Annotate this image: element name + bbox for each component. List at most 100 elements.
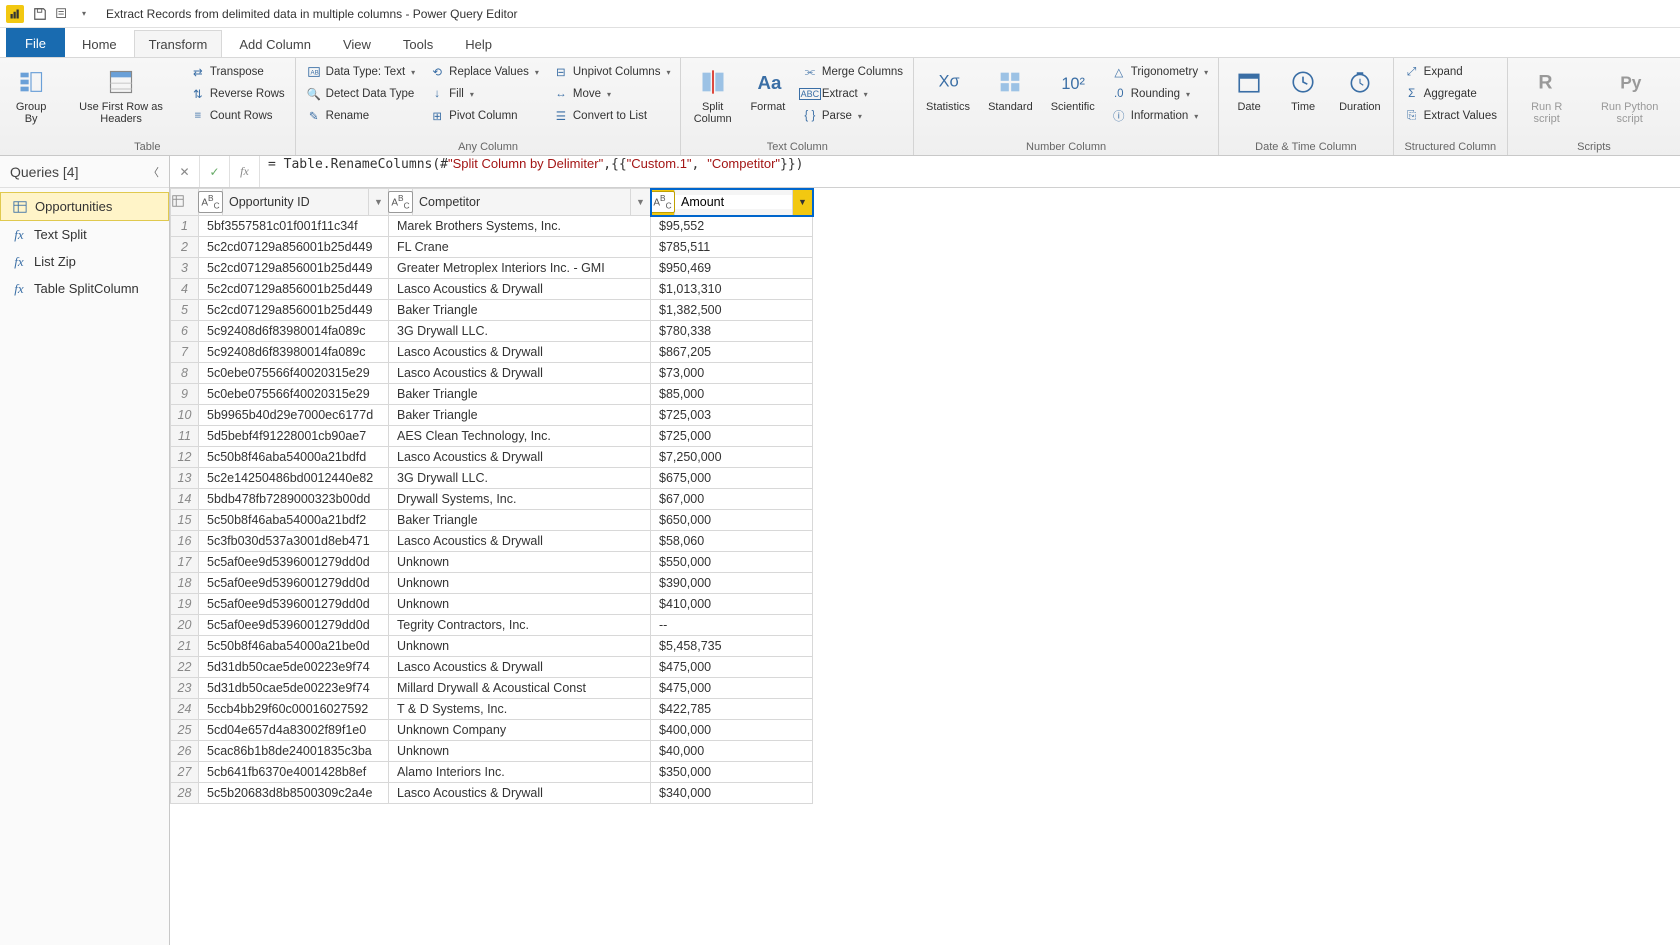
group-by-button[interactable]: Group By: [8, 62, 54, 129]
cell[interactable]: Millard Drywall & Acoustical Const: [389, 678, 651, 699]
cell[interactable]: 5cb641fb6370e4001428b8ef: [199, 762, 389, 783]
tab-transform[interactable]: Transform: [134, 30, 223, 57]
cell[interactable]: $350,000: [651, 762, 813, 783]
pivot-button[interactable]: ⊞Pivot Column: [427, 106, 541, 126]
tab-tools[interactable]: Tools: [388, 30, 448, 57]
accept-formula-button[interactable]: ✓: [200, 156, 230, 187]
cell[interactable]: $1,382,500: [651, 300, 813, 321]
cell[interactable]: 5c3fb030d537a3001d8eb471: [199, 531, 389, 552]
table-row[interactable]: 15bf3557581c01f001f11c34fMarek Brothers …: [171, 216, 813, 237]
tab-view[interactable]: View: [328, 30, 386, 57]
cell[interactable]: Lasco Acoustics & Drywall: [389, 342, 651, 363]
cell[interactable]: 5c0ebe075566f40020315e29: [199, 384, 389, 405]
tab-add-column[interactable]: Add Column: [224, 30, 326, 57]
cell[interactable]: $422,785: [651, 699, 813, 720]
table-row[interactable]: 235d31db50cae5de00223e9f74Millard Drywal…: [171, 678, 813, 699]
cell[interactable]: $85,000: [651, 384, 813, 405]
cell[interactable]: 3G Drywall LLC.: [389, 468, 651, 489]
table-row[interactable]: 135c2e14250486bd0012440e823G Drywall LLC…: [171, 468, 813, 489]
column-header-competitor[interactable]: ABC Competitor ▼: [389, 189, 651, 216]
cell[interactable]: $5,458,735: [651, 636, 813, 657]
cell[interactable]: Lasco Acoustics & Drywall: [389, 657, 651, 678]
query-item[interactable]: fxTable SplitColumn: [0, 275, 169, 302]
column-header-amount-editing[interactable]: ABC ▼: [651, 189, 813, 216]
cell[interactable]: 5c92408d6f83980014fa089c: [199, 321, 389, 342]
rounding-button[interactable]: .0Rounding▾: [1109, 84, 1210, 104]
cell[interactable]: 5b9965b40d29e7000ec6177d: [199, 405, 389, 426]
table-row[interactable]: 205c5af0ee9d5396001279dd0dTegrity Contra…: [171, 615, 813, 636]
cell[interactable]: $390,000: [651, 573, 813, 594]
table-row[interactable]: 195c5af0ee9d5396001279dd0dUnknown$410,00…: [171, 594, 813, 615]
query-item[interactable]: fxList Zip: [0, 248, 169, 275]
count-rows-button[interactable]: ≡Count Rows: [188, 106, 287, 126]
table-row[interactable]: 285c5b20683d8b8500309c2a4eLasco Acoustic…: [171, 783, 813, 804]
query-item[interactable]: Opportunities: [0, 192, 169, 221]
table-row[interactable]: 225d31db50cae5de00223e9f74Lasco Acoustic…: [171, 657, 813, 678]
cell[interactable]: AES Clean Technology, Inc.: [389, 426, 651, 447]
rename-button[interactable]: ✎Rename: [304, 106, 418, 126]
cell[interactable]: $675,000: [651, 468, 813, 489]
table-row[interactable]: 265cac86b1b8de24001835c3baUnknown$40,000: [171, 741, 813, 762]
cell[interactable]: 5c92408d6f83980014fa089c: [199, 342, 389, 363]
cell[interactable]: 5c2cd07129a856001b25d449: [199, 237, 389, 258]
table-row[interactable]: 105b9965b40d29e7000ec6177dBaker Triangle…: [171, 405, 813, 426]
cell[interactable]: 5d31db50cae5de00223e9f74: [199, 657, 389, 678]
cell[interactable]: $95,552: [651, 216, 813, 237]
cell[interactable]: 5cac86b1b8de24001835c3ba: [199, 741, 389, 762]
table-row[interactable]: 245ccb4bb29f60c00016027592T & D Systems,…: [171, 699, 813, 720]
cell[interactable]: Greater Metroplex Interiors Inc. - GMI: [389, 258, 651, 279]
table-row[interactable]: 125c50b8f46aba54000a21bdfdLasco Acoustic…: [171, 447, 813, 468]
table-row[interactable]: 75c92408d6f83980014fa089cLasco Acoustics…: [171, 342, 813, 363]
table-row[interactable]: 255cd04e657d4a83002f89f1e0Unknown Compan…: [171, 720, 813, 741]
extract-values-button[interactable]: ⎘Extract Values: [1402, 106, 1499, 126]
cell[interactable]: Baker Triangle: [389, 510, 651, 531]
cell[interactable]: Lasco Acoustics & Drywall: [389, 783, 651, 804]
cell[interactable]: 5c2e14250486bd0012440e82: [199, 468, 389, 489]
data-type-button[interactable]: ABData Type: Text▾: [304, 62, 418, 82]
cell[interactable]: $400,000: [651, 720, 813, 741]
cell[interactable]: $67,000: [651, 489, 813, 510]
cell[interactable]: Unknown: [389, 636, 651, 657]
cell[interactable]: Unknown: [389, 552, 651, 573]
cell[interactable]: $475,000: [651, 678, 813, 699]
cell[interactable]: $340,000: [651, 783, 813, 804]
cell[interactable]: 3G Drywall LLC.: [389, 321, 651, 342]
standard-button[interactable]: Standard: [984, 62, 1037, 117]
cell[interactable]: Unknown: [389, 594, 651, 615]
table-row[interactable]: 45c2cd07129a856001b25d449Lasco Acoustics…: [171, 279, 813, 300]
unpivot-button[interactable]: ⊟Unpivot Columns▾: [551, 62, 673, 82]
information-button[interactable]: ⓘInformation▾: [1109, 106, 1210, 126]
fx-button[interactable]: fx: [230, 156, 260, 187]
type-text-icon[interactable]: ABC: [199, 189, 223, 215]
table-row[interactable]: 115d5bebf4f91228001cb90ae7AES Clean Tech…: [171, 426, 813, 447]
trig-button[interactable]: △Trigonometry▾: [1109, 62, 1210, 82]
table-row[interactable]: 185c5af0ee9d5396001279dd0dUnknown$390,00…: [171, 573, 813, 594]
aggregate-button[interactable]: ΣAggregate: [1402, 84, 1499, 104]
cell[interactable]: 5c50b8f46aba54000a21bdfd: [199, 447, 389, 468]
cell[interactable]: $550,000: [651, 552, 813, 573]
move-button[interactable]: ↔Move▾: [551, 84, 673, 104]
cell[interactable]: --: [651, 615, 813, 636]
table-row[interactable]: 275cb641fb6370e4001428b8efAlamo Interior…: [171, 762, 813, 783]
cell[interactable]: Marek Brothers Systems, Inc.: [389, 216, 651, 237]
cell[interactable]: Baker Triangle: [389, 405, 651, 426]
cell[interactable]: 5c2cd07129a856001b25d449: [199, 279, 389, 300]
cell[interactable]: Unknown: [389, 573, 651, 594]
cell[interactable]: $73,000: [651, 363, 813, 384]
table-row[interactable]: 65c92408d6f83980014fa089c3G Drywall LLC.…: [171, 321, 813, 342]
cell[interactable]: Lasco Acoustics & Drywall: [389, 531, 651, 552]
cell[interactable]: 5c2cd07129a856001b25d449: [199, 258, 389, 279]
cell[interactable]: Unknown: [389, 741, 651, 762]
expand-button[interactable]: ⤢Expand: [1402, 62, 1499, 82]
table-row[interactable]: 145bdb478fb7289000323b00ddDrywall System…: [171, 489, 813, 510]
cell[interactable]: Lasco Acoustics & Drywall: [389, 447, 651, 468]
qat-caret-icon[interactable]: ▾: [76, 6, 92, 22]
cell[interactable]: $725,003: [651, 405, 813, 426]
cell[interactable]: $410,000: [651, 594, 813, 615]
table-row[interactable]: 85c0ebe075566f40020315e29Lasco Acoustics…: [171, 363, 813, 384]
replace-values-button[interactable]: ⟲Replace Values▾: [427, 62, 541, 82]
table-row[interactable]: 165c3fb030d537a3001d8eb471Lasco Acoustic…: [171, 531, 813, 552]
cell[interactable]: 5ccb4bb29f60c00016027592: [199, 699, 389, 720]
table-row[interactable]: 25c2cd07129a856001b25d449FL Crane$785,51…: [171, 237, 813, 258]
cell[interactable]: 5c5af0ee9d5396001279dd0d: [199, 594, 389, 615]
